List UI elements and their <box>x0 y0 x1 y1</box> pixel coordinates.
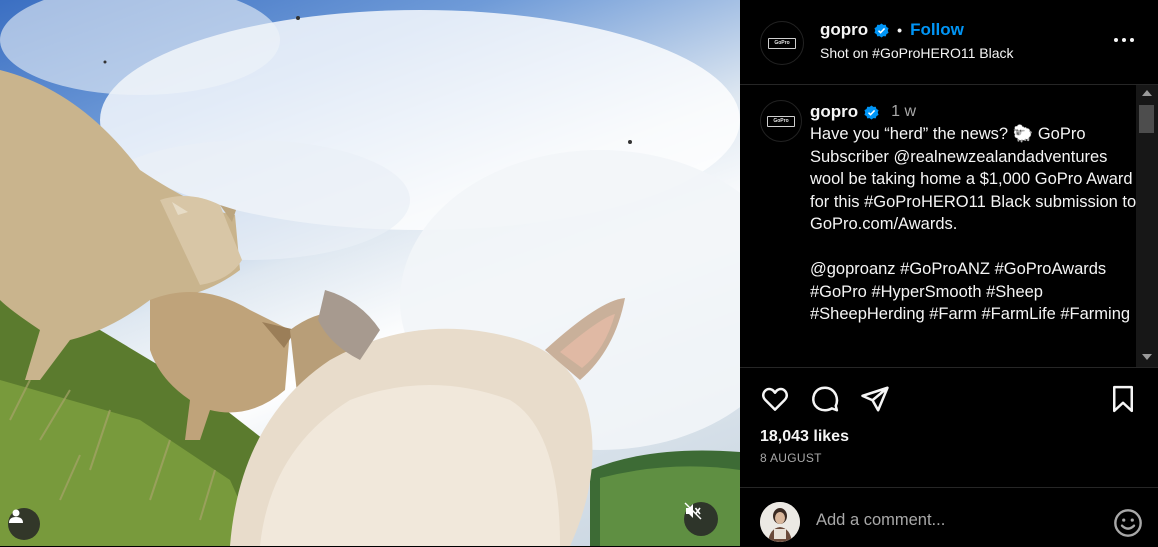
speaker-muted-icon <box>684 502 702 520</box>
sheep-video-frame <box>0 0 740 546</box>
user-tag-icon <box>9 509 23 523</box>
comments-section: GoPro gopro 1 w Have you “herd” the news… <box>740 85 1158 368</box>
gopro-logo: GoPro <box>767 115 795 127</box>
author-username[interactable]: gopro <box>820 20 868 40</box>
caption-header: gopro 1 w <box>810 102 916 122</box>
send-icon[interactable] <box>860 384 890 414</box>
caption-username[interactable]: gopro <box>810 102 858 122</box>
post-date: 8 AUGUST <box>760 451 822 465</box>
user-tag-button[interactable] <box>8 508 40 540</box>
verified-badge-icon <box>874 22 889 38</box>
post-location[interactable]: Shot on #GoProHERO11 Black <box>820 45 1014 61</box>
post-side-panel: GoPro gopro • Follow Shot on #GoProHERO1… <box>740 0 1158 546</box>
comment-icon[interactable] <box>810 384 840 414</box>
scroll-down-icon[interactable] <box>1142 354 1152 360</box>
post-header: GoPro gopro • Follow Shot on #GoProHERO1… <box>740 0 1158 85</box>
mute-button[interactable] <box>684 502 718 536</box>
current-user-avatar <box>760 502 800 542</box>
author-row: gopro • Follow <box>820 20 964 40</box>
more-options-icon[interactable] <box>1114 30 1134 50</box>
bookmark-icon[interactable] <box>1108 384 1138 414</box>
author-avatar[interactable]: GoPro <box>760 21 804 65</box>
likes-count[interactable]: 18,043 likes <box>760 428 849 446</box>
caption-text: Have you “herd” the news? 🐑 GoPro Subscr… <box>810 125 1137 323</box>
follow-button[interactable]: Follow <box>910 20 964 40</box>
add-comment-bar: Add a comment... <box>740 487 1158 547</box>
action-bar <box>740 368 1158 432</box>
emoji-icon[interactable] <box>1112 507 1144 539</box>
comment-input[interactable]: Add a comment... <box>816 511 945 530</box>
caption-author-avatar[interactable]: GoPro <box>760 100 802 142</box>
post-media[interactable] <box>0 0 740 546</box>
heart-icon[interactable] <box>760 384 790 414</box>
separator-dot: • <box>897 22 903 38</box>
caption-time: 1 w <box>891 103 917 120</box>
scroll-thumb[interactable] <box>1139 105 1154 133</box>
scroll-up-icon[interactable] <box>1142 90 1152 96</box>
verified-badge-icon <box>864 104 879 120</box>
avatar-photo <box>760 502 800 542</box>
comments-scrollbar[interactable] <box>1136 85 1158 367</box>
gopro-logo: GoPro <box>768 37 796 49</box>
